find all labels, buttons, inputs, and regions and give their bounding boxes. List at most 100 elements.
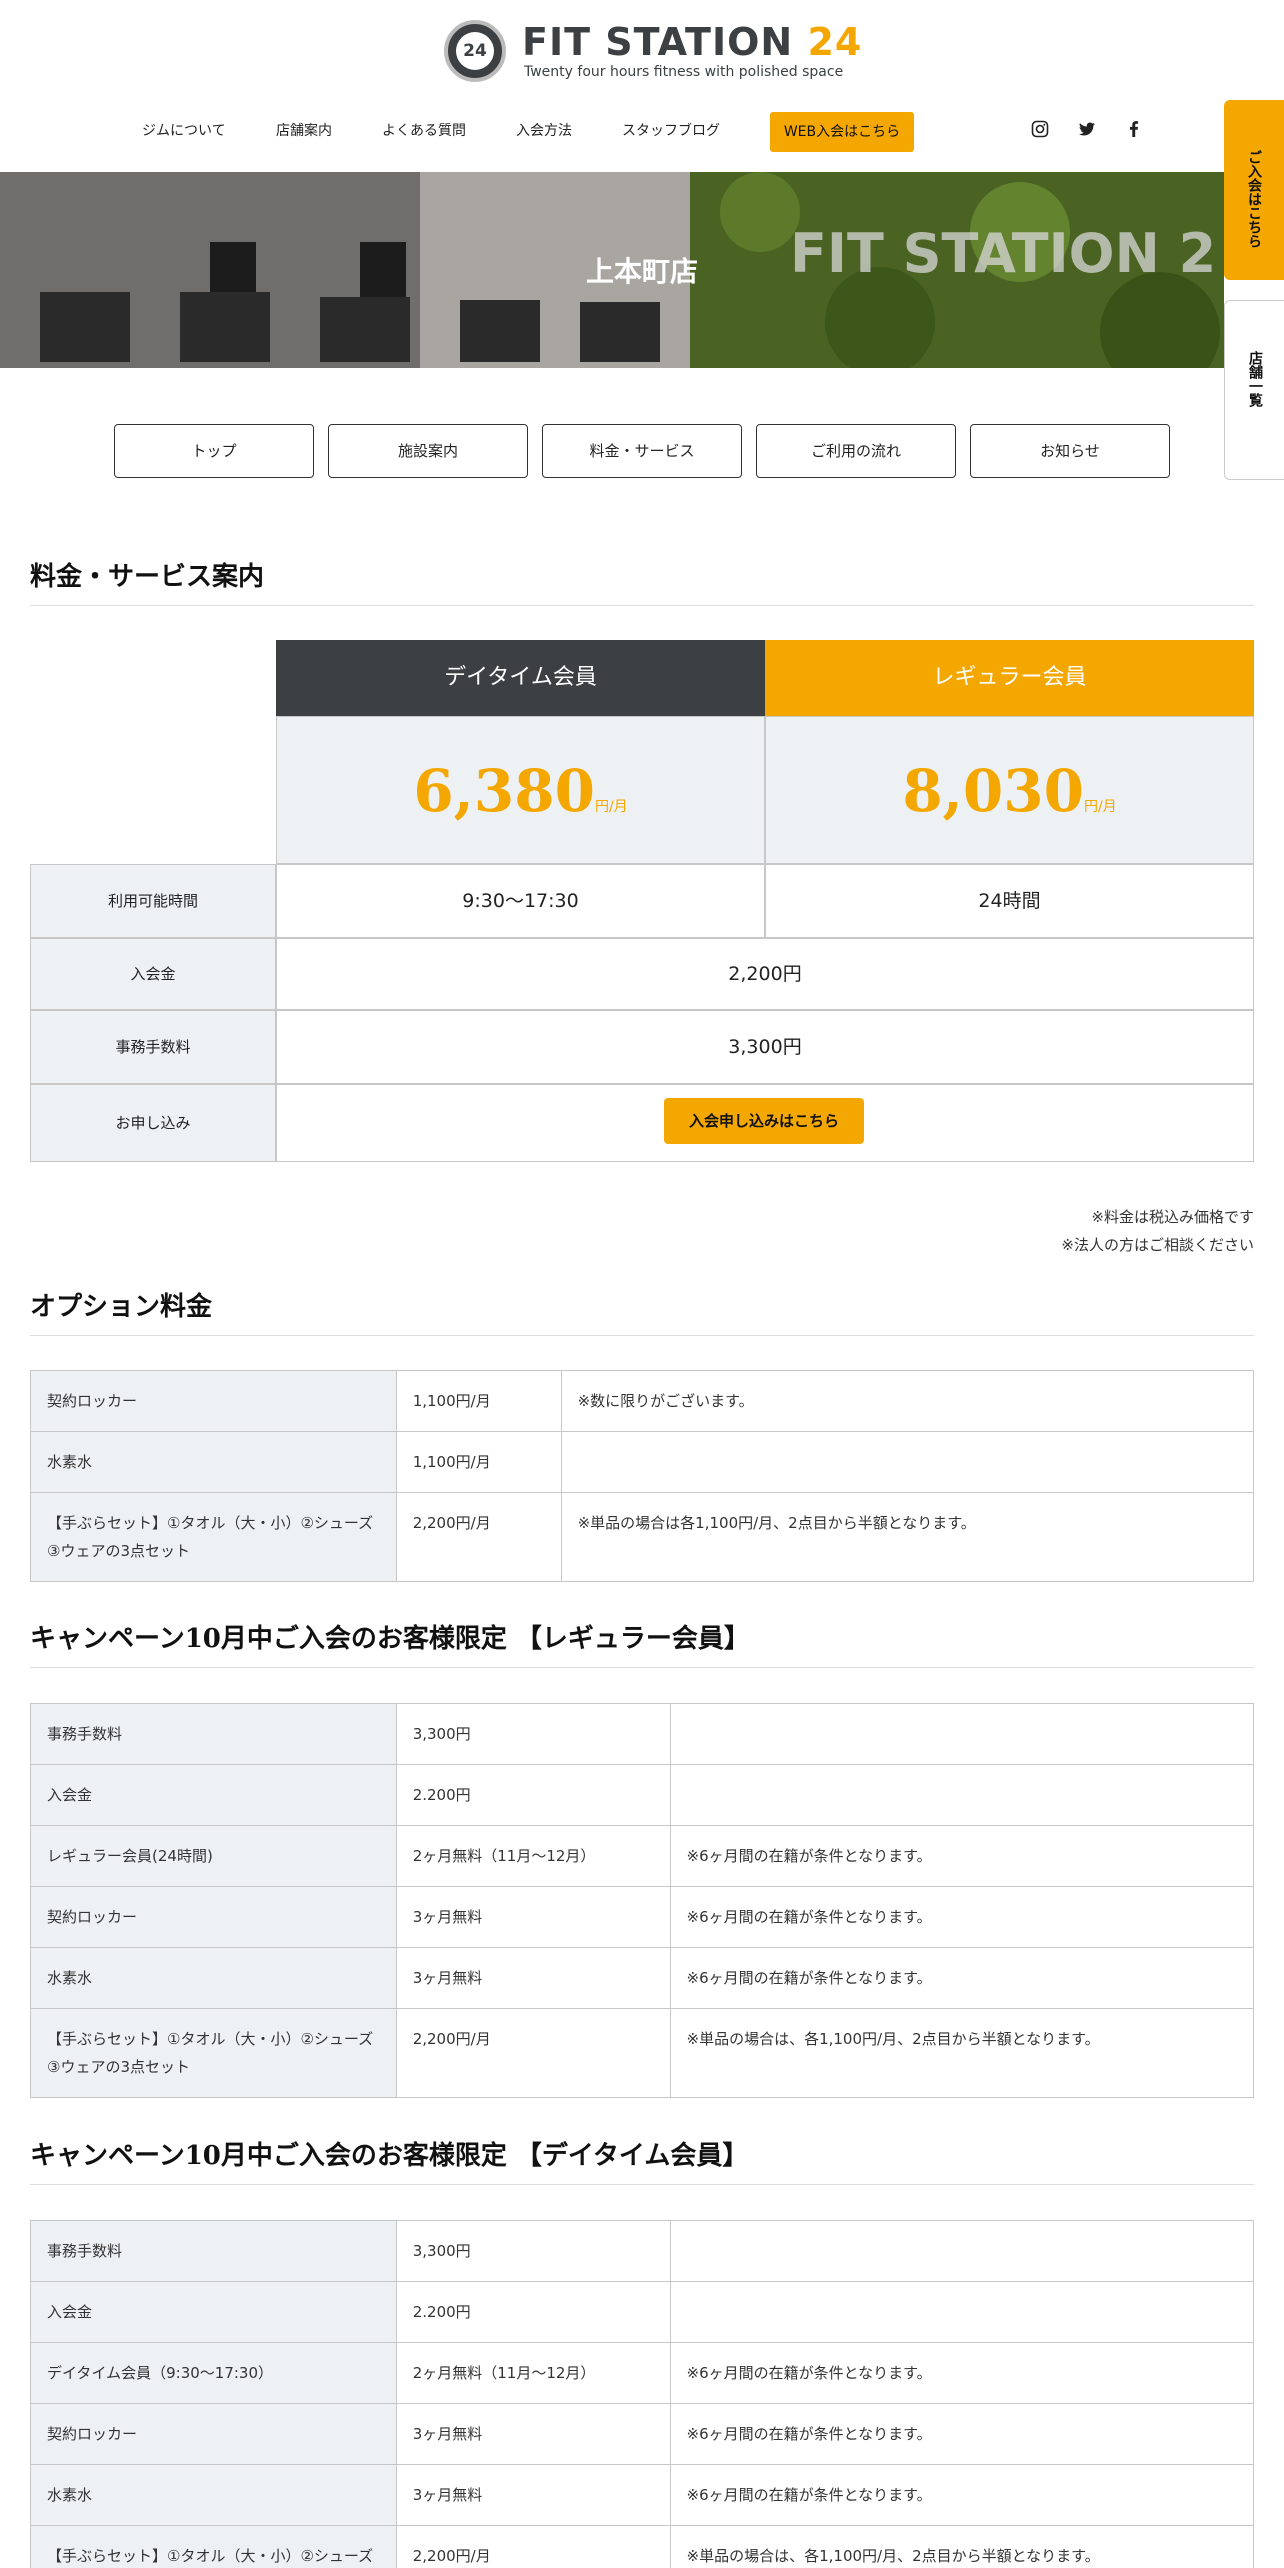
table-row: 契約ロッカー 1,100円/月 ※数に限りがございます。: [30, 1370, 1255, 1432]
table-cell: ※単品の場合は各1,100円/月、2点目から半額となります。: [560, 1492, 1255, 1582]
table-cell: ※6ヶ月間の在籍が条件となります。: [669, 1947, 1254, 2009]
table-row: 入会金 2.200円: [30, 2281, 1255, 2343]
table-cell: 契約ロッカー: [30, 2403, 397, 2465]
table-cell: 事務手数料: [30, 1703, 397, 1765]
plan-daytime-header: デイタイム会員: [276, 640, 765, 716]
table-cell: 3ヶ月無料: [395, 2403, 671, 2465]
table-cell: ※単品の場合は、各1,100円/月、2点目から半額となります。: [669, 2525, 1255, 2568]
nav-item-about[interactable]: ジムについて: [142, 120, 226, 140]
table-cell: 入会金: [30, 1764, 397, 1826]
campaign-regular-table: 事務手数料 3,300円 入会金 2.200円 レギュラー会員(24時間) 2ヶ…: [30, 1703, 1254, 2098]
table-row: 契約ロッカー 3ヶ月無料 ※6ヶ月間の在籍が条件となります。: [30, 2403, 1255, 2465]
table-cell: 水素水: [30, 1431, 397, 1493]
logo-tagline: Twenty four hours fitness with polished …: [524, 64, 844, 80]
logo-badge: 24: [444, 20, 506, 82]
table-cell: レギュラー会員(24時間): [30, 1825, 397, 1887]
table-cell: 契約ロッカー: [30, 1886, 397, 1948]
table-row: 事務手数料 3,300円: [30, 2220, 1255, 2282]
table-row: 【手ぶらセット】①タオル（大・小）②シューズ③ウェアの3点セット 2,200円/…: [30, 2008, 1254, 2098]
apply-button[interactable]: 入会申し込みはこちら: [664, 1098, 864, 1144]
hours-label: 利用可能時間: [30, 864, 276, 938]
nav-item-blog[interactable]: スタッフブログ: [622, 120, 720, 140]
table-cell: 水素水: [30, 1947, 397, 2009]
nav-item-join[interactable]: 入会方法: [516, 120, 572, 140]
table-cell: 3ヶ月無料: [395, 1947, 671, 2009]
site-header: 24 FIT STATION 24 Twenty four hours fitn…: [0, 0, 1284, 172]
table-row: 水素水 1,100円/月: [30, 1431, 1255, 1493]
hero-banner: FIT STATION 2 上本町店: [0, 172, 1224, 368]
table-cell: 入会金: [30, 2281, 397, 2343]
table-cell: 2,200円/月: [395, 1492, 562, 1582]
table-cell: 【手ぶらセット】①タオル（大・小）②シューズ③ウェアの3点セット: [30, 2008, 397, 2098]
campaign-daytime-table: 事務手数料 3,300円 入会金 2.200円 デイタイム会員（9:30～17:…: [30, 2220, 1255, 2568]
table-cell: 2.200円: [395, 2281, 671, 2343]
table-cell: ※数に限りがございます。: [560, 1370, 1255, 1432]
table-row: レギュラー会員(24時間) 2ヶ月無料（11月～12月） ※6ヶ月間の在籍が条件…: [30, 1825, 1254, 1887]
table-cell: 【手ぶらセット】①タオル（大・小）②シューズ③ウェアの3点セット: [30, 2525, 397, 2568]
table-cell: 3,300円: [395, 1703, 671, 1765]
table-row: 水素水 3ヶ月無料 ※6ヶ月間の在籍が条件となります。: [30, 2464, 1255, 2526]
table-cell: 2,200円/月: [395, 2525, 671, 2568]
table-cell: 2,200円/月: [395, 2008, 671, 2098]
table-cell: [669, 1703, 1254, 1765]
table-cell: 水素水: [30, 2464, 397, 2526]
table-cell: [669, 1764, 1254, 1826]
main-nav: ジムについて 店舗案内 よくある質問 入会方法 スタッフブログ WEB入会はこち…: [0, 110, 1284, 154]
subnav-top[interactable]: トップ: [114, 424, 314, 478]
table-cell: ※6ヶ月間の在籍が条件となります。: [669, 1886, 1254, 1948]
table-cell: 事務手数料: [30, 2220, 397, 2282]
side-tab-join[interactable]: ご入会はこちら: [1224, 100, 1284, 280]
side-tab-stores[interactable]: 店舗一覧: [1224, 300, 1284, 480]
admin-fee-label: 事務手数料: [30, 1010, 276, 1084]
web-join-button[interactable]: WEB入会はこちら: [770, 112, 914, 152]
site-logo[interactable]: 24 FIT STATION 24 Twenty four hours fitn…: [444, 18, 861, 88]
options-section-title: オプション料金: [30, 1286, 1254, 1336]
daytime-hours: 9:30～17:30: [276, 864, 765, 938]
table-row: 水素水 3ヶ月無料 ※6ヶ月間の在籍が条件となります。: [30, 1947, 1254, 2009]
table-cell: ※6ヶ月間の在籍が条件となります。: [669, 2464, 1255, 2526]
nav-item-faq[interactable]: よくある質問: [382, 120, 466, 140]
table-cell: 3ヶ月無料: [395, 1886, 671, 1948]
pricing-section-title: 料金・サービス案内: [30, 556, 1254, 606]
store-title: 上本町店: [585, 255, 698, 288]
table-cell: [669, 2220, 1255, 2282]
subnav-pricing[interactable]: 料金・サービス: [542, 424, 742, 478]
table-cell: 2.200円: [395, 1764, 671, 1826]
regular-hours: 24時間: [765, 864, 1254, 938]
campaign-regular-title: キャンペーン10月中ご入会のお客様限定 【レギュラー会員】: [30, 1618, 1254, 1668]
instagram-icon[interactable]: [1030, 120, 1050, 140]
tax-note: ※料金は税込み価格です: [1091, 1208, 1254, 1226]
plan-regular-header: レギュラー会員: [765, 640, 1254, 716]
plan-daytime-price: 6,380円/月: [276, 716, 765, 864]
table-cell: 3,300円: [395, 2220, 671, 2282]
table-cell: 2ヶ月無料（11月～12月）: [395, 1825, 671, 1887]
table-cell: [560, 1431, 1255, 1493]
subnav-flow[interactable]: ご利用の流れ: [756, 424, 956, 478]
admin-fee-value: 3,300円: [276, 1010, 1254, 1084]
table-cell: ※6ヶ月間の在籍が条件となります。: [669, 2342, 1255, 2404]
table-row: 入会金 2.200円: [30, 1764, 1254, 1826]
table-cell: 2ヶ月無料（11月～12月）: [395, 2342, 671, 2404]
options-table: 契約ロッカー 1,100円/月 ※数に限りがございます。 水素水 1,100円/…: [30, 1370, 1255, 1582]
subnav-news[interactable]: お知らせ: [970, 424, 1170, 478]
table-cell: 3ヶ月無料: [395, 2464, 671, 2526]
table-cell: 【手ぶらセット】①タオル（大・小）②シューズ ③ウェアの3点セット: [30, 1492, 397, 1582]
table-cell: 1,100円/月: [395, 1431, 562, 1493]
join-fee-label: 入会金: [30, 938, 276, 1010]
twitter-icon[interactable]: [1077, 120, 1097, 140]
table-cell: ※6ヶ月間の在籍が条件となります。: [669, 2403, 1255, 2465]
table-row: 事務手数料 3,300円: [30, 1703, 1254, 1765]
table-row: 【手ぶらセット】①タオル（大・小）②シューズ③ウェアの3点セット 2,200円/…: [30, 2525, 1255, 2568]
facebook-icon[interactable]: [1124, 120, 1144, 140]
table-cell: ※単品の場合は、各1,100円/月、2点目から半額となります。: [669, 2008, 1254, 2098]
subnav-facilities[interactable]: 施設案内: [328, 424, 528, 478]
table-cell: デイタイム会員（9:30～17:30）: [30, 2342, 397, 2404]
table-cell: 契約ロッカー: [30, 1370, 397, 1432]
campaign-daytime-title: キャンペーン10月中ご入会のお客様限定 【デイタイム会員】: [30, 2135, 1254, 2185]
table-row: 【手ぶらセット】①タオル（大・小）②シューズ ③ウェアの3点セット 2,200円…: [30, 1492, 1255, 1582]
apply-label: お申し込み: [30, 1084, 276, 1162]
table-cell: ※6ヶ月間の在籍が条件となります。: [669, 1825, 1254, 1887]
corporate-note: ※法人の方はご相談ください: [1061, 1236, 1254, 1254]
table-cell: 1,100円/月: [395, 1370, 562, 1432]
nav-item-stores[interactable]: 店舗案内: [276, 120, 332, 140]
